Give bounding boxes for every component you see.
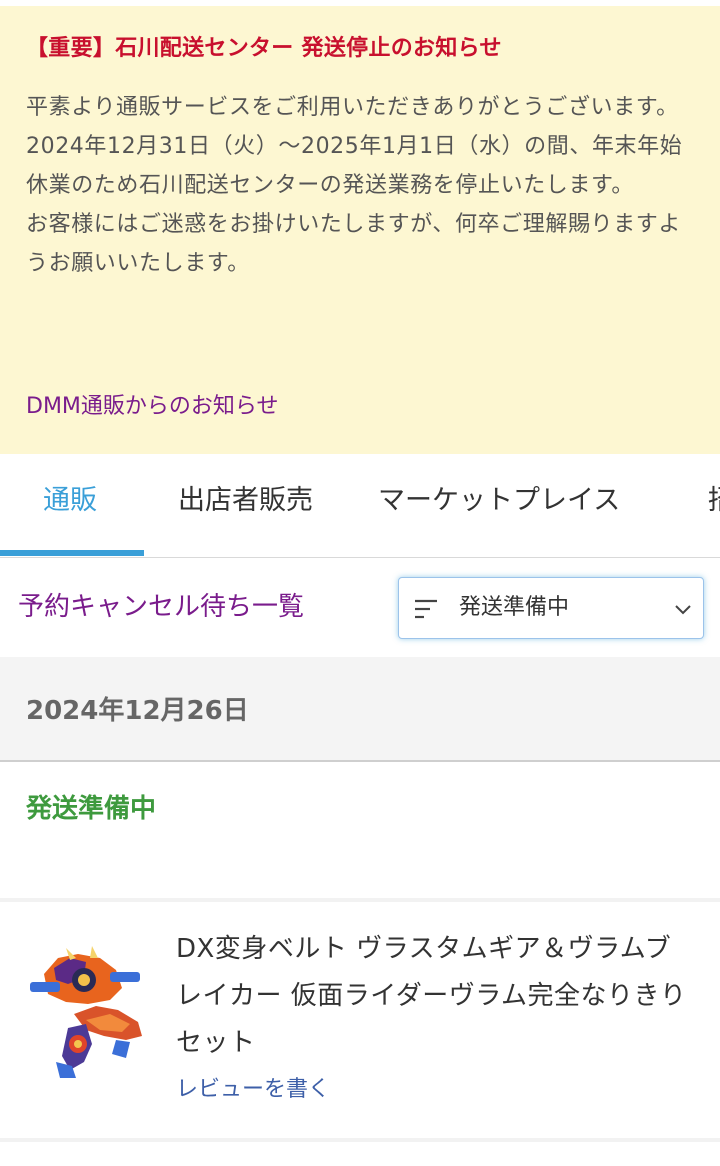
order-item: DX変身ベルト ヴラスタムギア＆ヴラムブレイカー 仮面ライダーヴラム完全なりきり… [0,902,720,1138]
store-tabs: 通販 出店者販売 マーケットプレイス 招 [0,454,720,558]
tab-truncated[interactable]: 招 [708,454,720,556]
status-filter-value: 発送準備中 [459,595,570,620]
order-date-header: 2024年12月26日 [0,657,720,762]
notice-title: 【重要】石川配送センター 発送停止のお知らせ [26,36,502,61]
product-title[interactable]: DX変身ベルト ヴラスタムギア＆ヴラムブレイカー 仮面ライダーヴラム完全なりきり… [176,926,696,1067]
tab-marketplace[interactable]: マーケットプレイス [378,454,620,556]
important-notice-banner: 【重要】石川配送センター 発送停止のお知らせ 平素より通販サービスをご利用いただ… [0,6,720,454]
order-status-section: 発送準備中 [0,763,720,898]
order-status: 発送準備中 [26,794,157,824]
active-tab-indicator [0,550,144,556]
divider [0,1138,720,1142]
reservation-cancel-waitlist-link[interactable]: 予約キャンセル待ち一覧 [18,587,304,627]
tab-mail-order[interactable]: 通販 [43,454,97,556]
dmm-notice-link[interactable]: DMM通販からのお知らせ [26,392,278,422]
filter-row: 予約キャンセル待ち一覧 発送準備中 [0,559,720,657]
notice-body: 平素より通販サービスをご利用いただきありがとうございます。 2024年12月31… [26,95,683,276]
filter-lines-icon [415,599,437,619]
product-thumbnail[interactable] [26,944,148,1082]
write-review-link[interactable]: レビューを書く [176,1074,330,1106]
tab-seller-sales[interactable]: 出店者販売 [178,454,313,556]
order-date: 2024年12月26日 [26,696,249,726]
status-filter-select[interactable]: 発送準備中 [398,577,704,639]
chevron-down-icon [675,605,691,615]
